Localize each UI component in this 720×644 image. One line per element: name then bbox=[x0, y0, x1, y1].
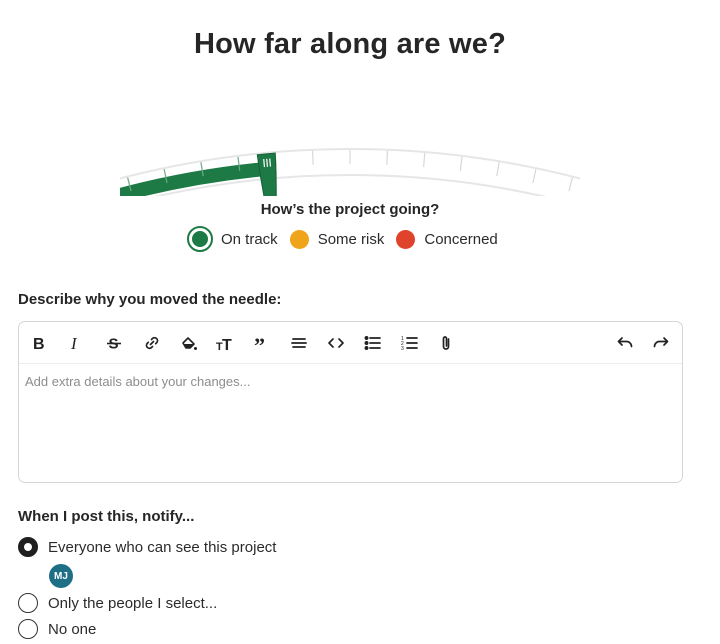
notify-radio-no-one[interactable] bbox=[18, 619, 38, 639]
notify-label: When I post this, notify... bbox=[18, 508, 195, 525]
horizontal-rule-icon[interactable] bbox=[287, 331, 311, 355]
status-option-label: Some risk bbox=[317, 230, 385, 248]
editor-text-area[interactable]: Add extra details about your changes... bbox=[19, 364, 682, 482]
gauge-tick bbox=[386, 150, 389, 165]
page-title: How far along are we? bbox=[194, 28, 506, 60]
highlight-icon[interactable] bbox=[177, 331, 201, 355]
status-options: On track Some risk Concerned bbox=[187, 226, 510, 252]
bold-icon[interactable]: B bbox=[27, 331, 51, 355]
link-icon[interactable] bbox=[140, 331, 164, 355]
undo-icon[interactable] bbox=[613, 331, 637, 355]
notify-option-select-people[interactable]: Only the people I select... bbox=[18, 593, 217, 613]
gauge-tick bbox=[311, 150, 314, 165]
describe-label: Describe why you moved the needle: bbox=[18, 291, 282, 308]
notify-radio-everyone[interactable] bbox=[18, 537, 38, 557]
svg-text:”: ” bbox=[254, 334, 265, 352]
avatar: MJ bbox=[49, 564, 73, 588]
needle-grip-line bbox=[266, 158, 269, 167]
status-option-on-track[interactable]: On track bbox=[187, 226, 278, 252]
notify-radio-select-people[interactable] bbox=[18, 593, 38, 613]
bullet-list-icon[interactable] bbox=[361, 331, 385, 355]
notify-option-label: Everyone who can see this project bbox=[48, 538, 277, 556]
some-risk-radio-dot[interactable] bbox=[289, 229, 309, 249]
strikethrough-icon[interactable]: S bbox=[102, 331, 126, 355]
svg-text:T: T bbox=[222, 337, 232, 352]
redo-icon[interactable] bbox=[649, 331, 673, 355]
quote-icon[interactable]: ” bbox=[250, 331, 274, 355]
attachment-icon[interactable] bbox=[434, 331, 458, 355]
status-option-concerned[interactable]: Concerned bbox=[396, 229, 498, 249]
editor-toolbar: B I S TT ” 123 bbox=[19, 322, 682, 364]
numbered-list-icon[interactable]: 123 bbox=[398, 331, 422, 355]
svg-text:B: B bbox=[33, 336, 45, 352]
notify-option-label: Only the people I select... bbox=[48, 594, 218, 612]
status-question: How’s the project going? bbox=[260, 201, 440, 218]
needle-grip-line bbox=[263, 159, 266, 168]
notify-option-everyone[interactable]: Everyone who can see this project bbox=[18, 537, 276, 557]
rich-text-editor: B I S TT ” 123 Add extra details about y… bbox=[18, 321, 683, 483]
needle-grip-line bbox=[269, 158, 272, 167]
status-option-label: Concerned bbox=[424, 230, 498, 248]
status-option-some-risk[interactable]: Some risk bbox=[289, 229, 385, 249]
text-size-icon[interactable]: TT bbox=[213, 331, 237, 355]
progress-gauge[interactable] bbox=[120, 100, 580, 196]
on-track-radio-dot[interactable] bbox=[187, 226, 213, 252]
status-option-label: On track bbox=[221, 230, 278, 248]
notify-option-no-one[interactable]: No one bbox=[18, 619, 96, 639]
code-icon[interactable] bbox=[324, 331, 348, 355]
svg-text:I: I bbox=[70, 334, 78, 352]
italic-icon[interactable]: I bbox=[63, 331, 87, 355]
concerned-radio-dot[interactable] bbox=[396, 229, 416, 249]
svg-text:3: 3 bbox=[401, 346, 404, 352]
notify-option-label: No one bbox=[48, 620, 97, 638]
